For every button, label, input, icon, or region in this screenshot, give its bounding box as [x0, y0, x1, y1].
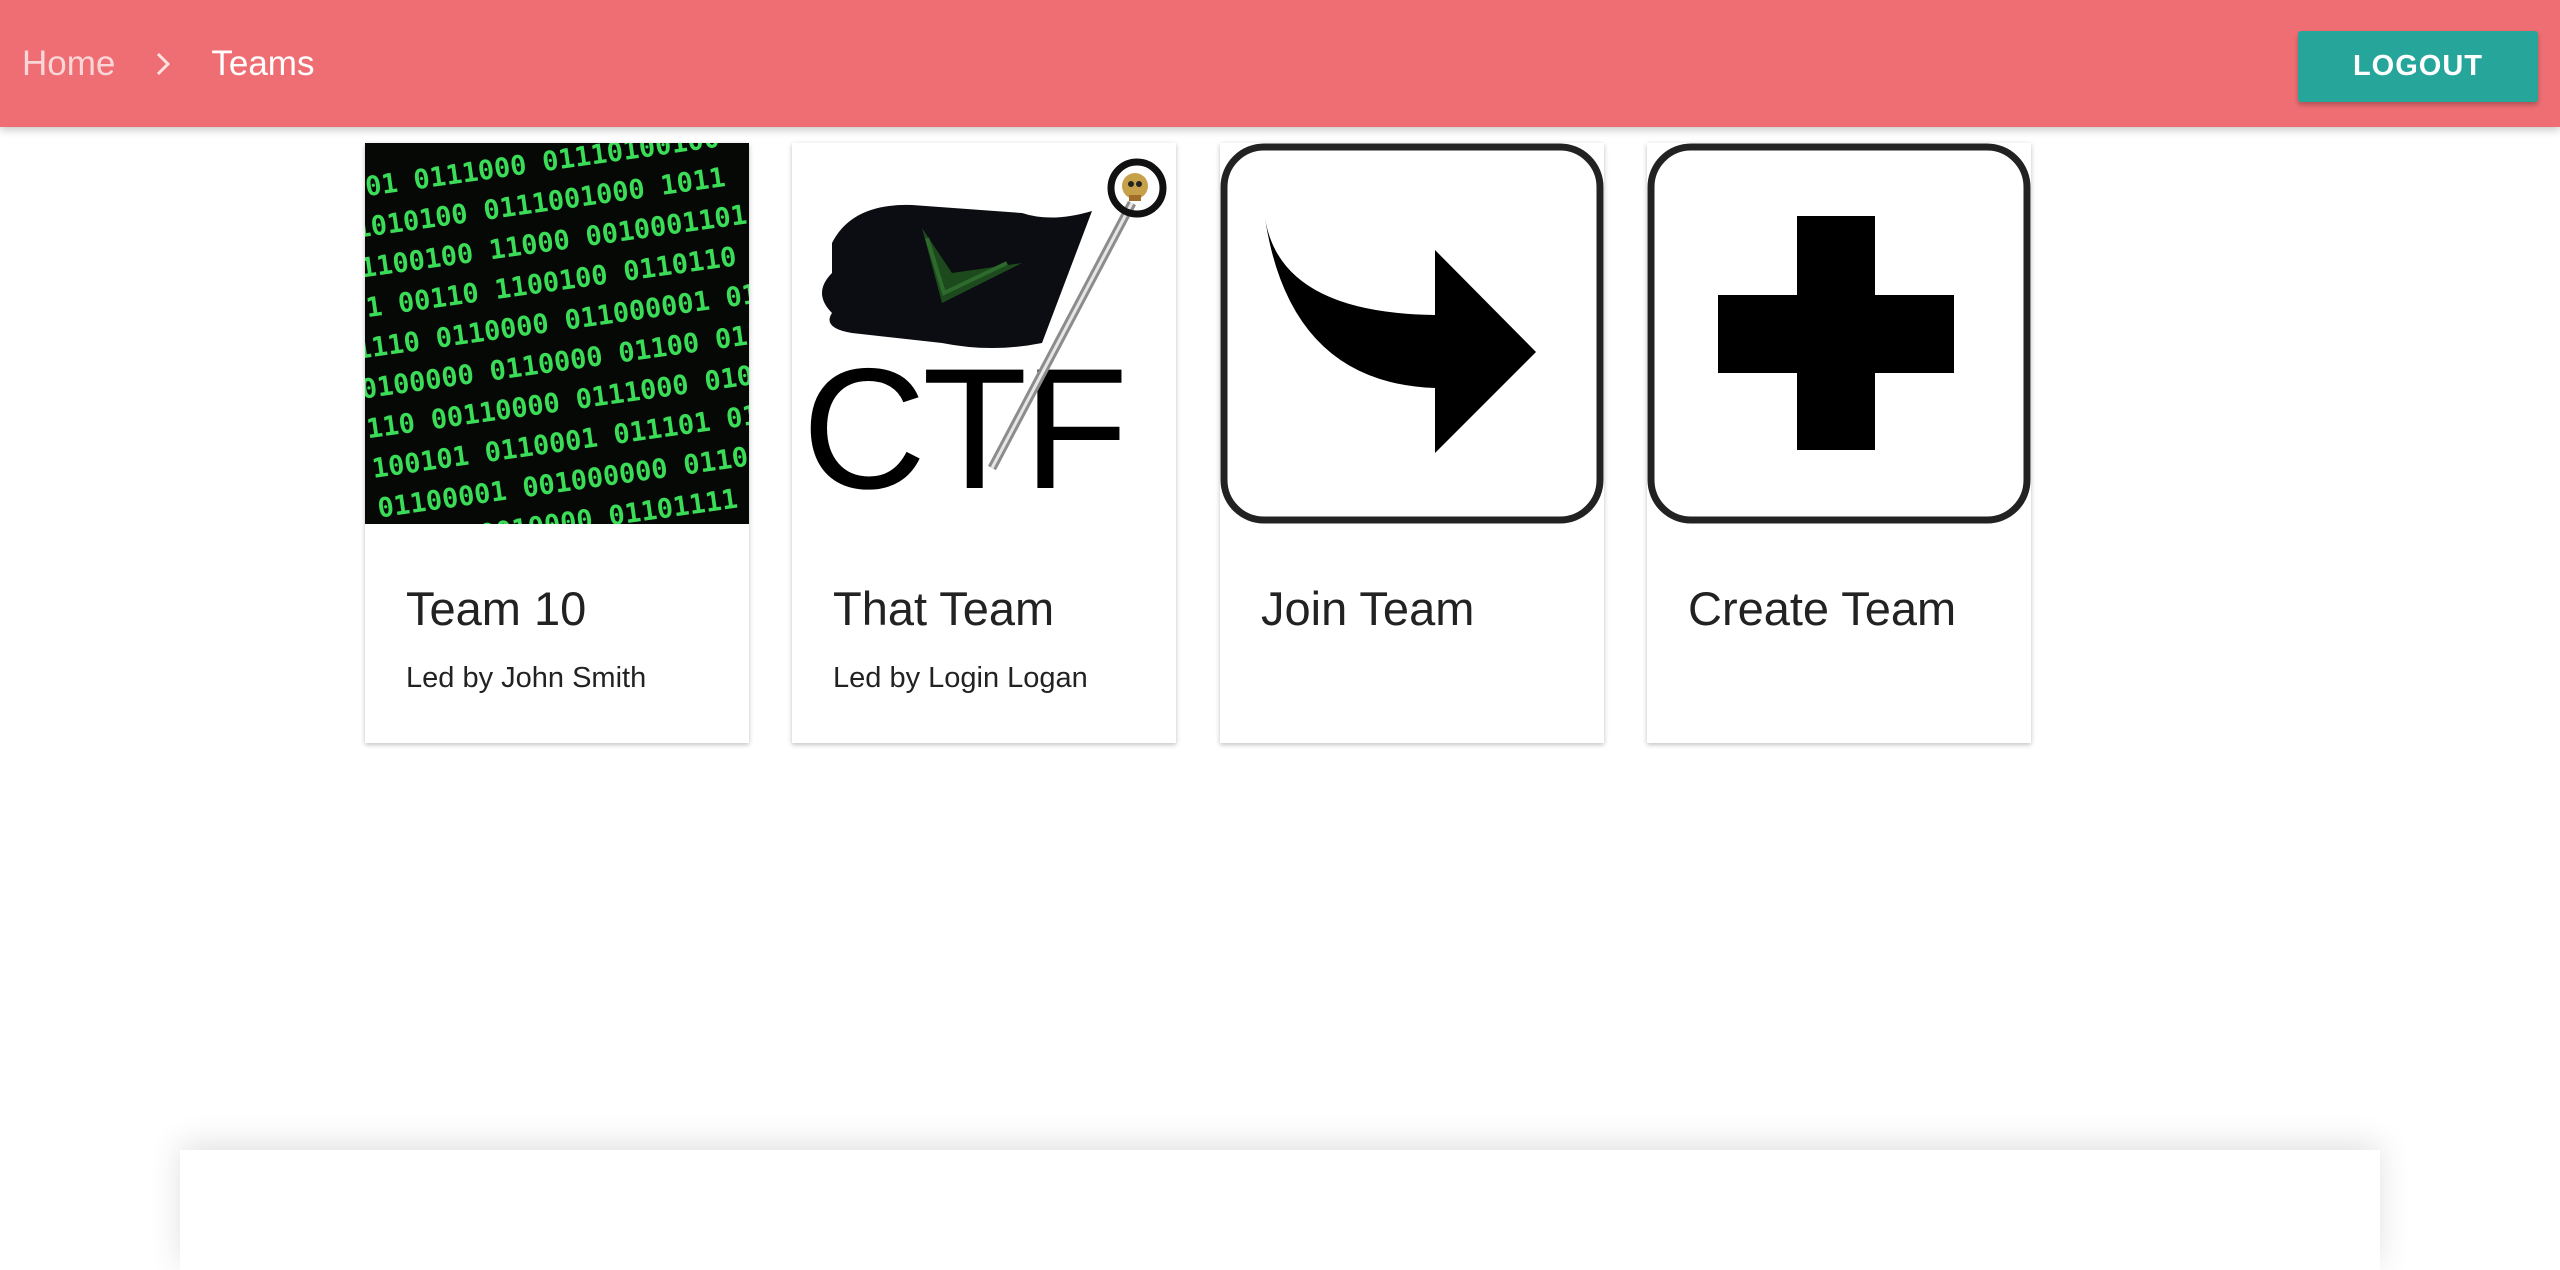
- top-navbar: Home Teams LOGOUT: [0, 0, 2560, 127]
- join-team-card[interactable]: Join Team: [1220, 143, 1604, 743]
- chevron-right-icon: [155, 51, 173, 77]
- card-title: Join Team: [1261, 582, 1475, 635]
- ctf-flag-logo: CTF: [792, 143, 1176, 524]
- card-title: Team 10: [406, 582, 587, 635]
- breadcrumb-teams[interactable]: Teams: [211, 44, 314, 84]
- breadcrumb-home[interactable]: Home: [22, 44, 115, 84]
- curved-arrow-icon: [1220, 143, 1604, 524]
- card-subtitle: Led by Login Logan: [833, 662, 1088, 694]
- team-card[interactable]: 0001 0111000 01110100100 01010100 011100…: [365, 143, 749, 743]
- team-card[interactable]: CTF That Team Led by Login Logan: [792, 143, 1176, 743]
- ctf-logo-text: CTF: [802, 333, 1124, 524]
- binary-code-image: 0001 0111000 01110100100 01010100 011100…: [365, 143, 749, 524]
- bottom-panel-shadow: [180, 1150, 2380, 1270]
- create-team-card[interactable]: Create Team: [1647, 143, 2031, 743]
- card-title: Create Team: [1688, 582, 1957, 635]
- logout-button[interactable]: LOGOUT: [2298, 31, 2538, 102]
- plus-icon: [1647, 143, 2031, 524]
- breadcrumb: Home Teams: [22, 0, 314, 127]
- card-title: That Team: [833, 582, 1055, 635]
- card-subtitle: Led by John Smith: [406, 662, 647, 694]
